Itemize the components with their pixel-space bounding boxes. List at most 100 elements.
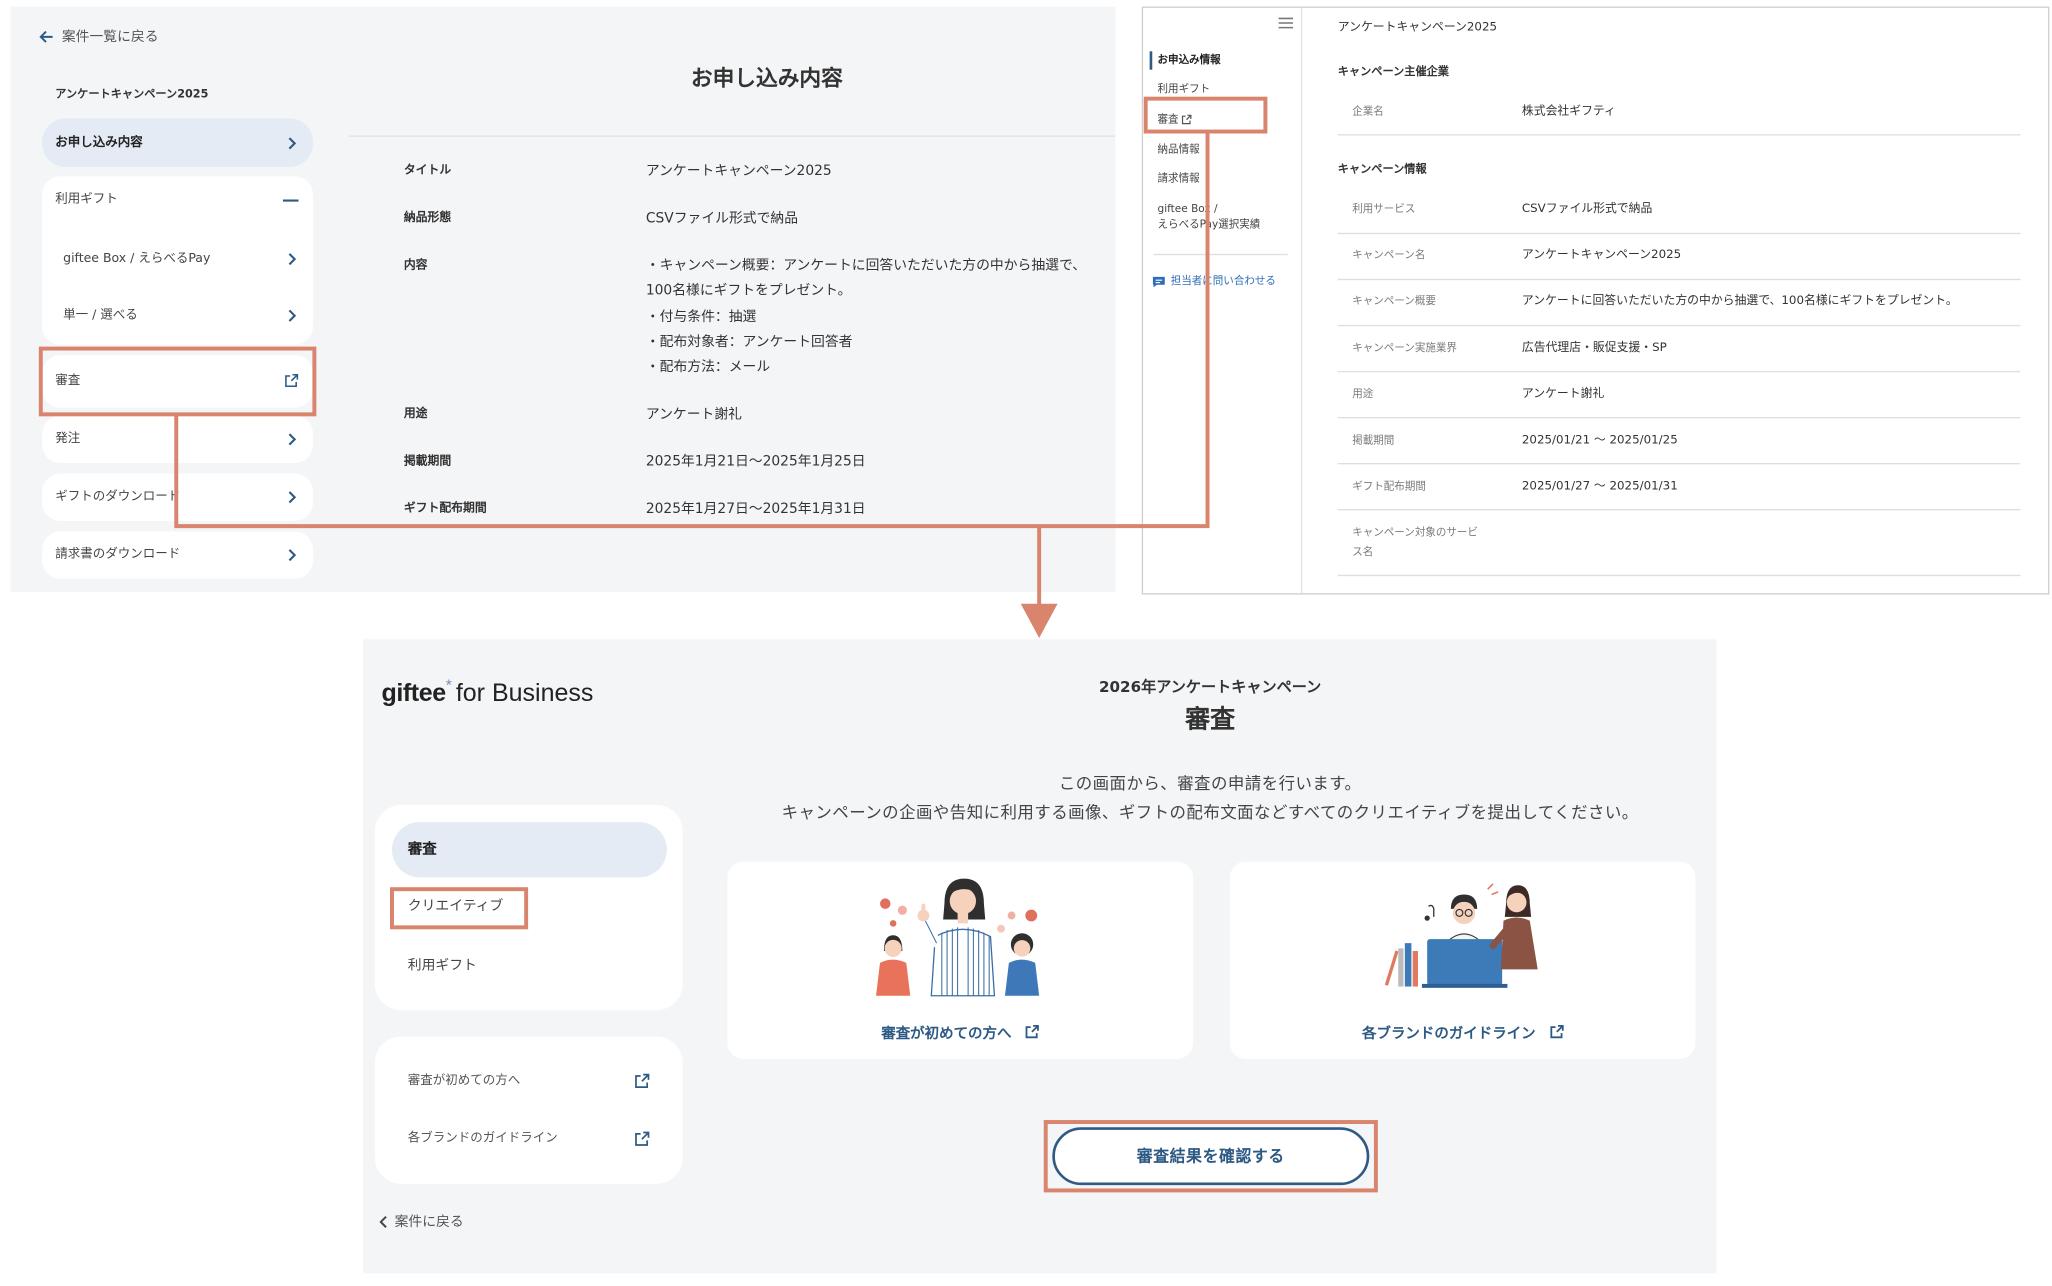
detail-label-title: タイトル	[403, 164, 452, 178]
card-link-label[interactable]: 審査が初めての方へ	[881, 1025, 1011, 1042]
info-label-company: 企業名	[1352, 105, 1384, 118]
external-link-icon	[1549, 1024, 1564, 1039]
campaign-name: アンケートキャンペーン2025	[55, 88, 209, 102]
row-divider	[1337, 509, 2021, 511]
detail-value-content-line: ・付与条件：抽選	[645, 309, 757, 325]
sidebar-group-label[interactable]: 利用ギフト	[55, 187, 118, 213]
sidebar-item-gift-download[interactable]: ギフトのダウンロード	[42, 473, 314, 521]
logo-brand: giftee	[381, 680, 446, 708]
nav-item-gifts[interactable]: 利用ギフト	[408, 952, 477, 978]
info-value-distribution-period: 2025/01/27 ～ 2025/01/31	[1521, 480, 1678, 494]
stage: 案件一覧に戻る アンケートキャンペーン2025 お申し込み内容 利用ギフト gi…	[0, 0, 2052, 1285]
sidebar-item-label: 発注	[55, 431, 81, 446]
description-line: キャンペーンの企画や告知に利用する画像、ギフトの配布文面などすべてのクリエイティ…	[781, 802, 1639, 823]
page-title: 審査	[1185, 705, 1236, 734]
sidebar-subitem-single-choice[interactable]: 単一 / 選べる	[63, 303, 138, 329]
description-line: この画面から、審査の申請を行います。	[1058, 773, 1362, 794]
campaign-name: 2026年アンケートキャンペーン	[1099, 677, 1322, 696]
detail-label-content: 内容	[403, 259, 428, 273]
arrow-down-icon	[1020, 603, 1058, 638]
campaign-section-heading: キャンペーン情報	[1337, 163, 1427, 177]
brand-guidelines-link[interactable]: 各ブランドのガイドライン	[408, 1126, 558, 1152]
detail-label-distribution-period: ギフト配布期間	[403, 502, 487, 516]
logo-mark: *	[445, 676, 452, 695]
sidebar-group-gifts: 利用ギフト giftee Box / えらべるPay 単一 / 選べる	[42, 176, 314, 345]
nav-item-creative[interactable]: クリエイティブ	[408, 893, 504, 919]
sidebar-item-invoice-download[interactable]: 請求書のダウンロード	[42, 531, 314, 579]
sidebar-item-order[interactable]: 発注	[42, 415, 314, 464]
sidebar-item-label: お申し込み内容	[55, 134, 143, 150]
nav-item-delivery-info[interactable]: 納品情報	[1158, 137, 1200, 163]
nav-item-application-info[interactable]: お申込み情報	[1158, 47, 1221, 73]
active-nav-indicator	[1149, 51, 1153, 70]
detail-value-content-line: 100名様にギフトをプレゼント。	[645, 282, 852, 299]
detail-label-listing-period: 掲載期間	[403, 455, 452, 469]
external-link-icon	[284, 373, 299, 388]
admin-application-panel: お申込み情報 利用ギフト 審査 納品情報 請求情報 giftee Box / え…	[1141, 6, 2050, 595]
external-link-icon	[1025, 1024, 1039, 1039]
review-links-card: 審査が初めての方へ 各ブランドのガイドライン	[374, 1036, 683, 1184]
logo-suffix: for Business	[455, 680, 594, 708]
external-link-icon[interactable]	[634, 1073, 650, 1089]
info-value-purpose: アンケート謝礼	[1521, 388, 1605, 402]
sidebar-item-label: 審査	[55, 373, 81, 389]
sidebar-item-application[interactable]: お申し込み内容	[42, 118, 314, 168]
external-link-icon[interactable]	[634, 1131, 650, 1147]
info-value-campaign-summary: アンケートに回答いただいた方の中から抽選で、100名様にギフトをプレゼント。	[1521, 294, 1958, 308]
row-divider	[1337, 232, 2021, 235]
detail-value-distribution-period: 2025年1月27日〜2025年1月31日	[645, 501, 866, 517]
hamburger-menu-icon[interactable]	[1278, 17, 1294, 29]
first-time-guide-link[interactable]: 審査が初めての方へ	[408, 1068, 520, 1094]
row-divider	[1337, 278, 2021, 281]
back-arrow-icon[interactable]	[38, 29, 54, 45]
chat-icon[interactable]	[1152, 276, 1165, 288]
row-divider	[1337, 370, 2021, 373]
info-value-service: CSVファイル形式で納品	[1521, 202, 1653, 216]
page-title: お申し込み内容	[690, 65, 843, 91]
back-to-project-link[interactable]: 案件に戻る	[395, 1209, 464, 1235]
giftee-business-logo: giftee* for Business	[381, 670, 593, 708]
nav-divider	[1153, 253, 1288, 256]
chevron-left-icon[interactable]	[379, 1215, 388, 1228]
info-label-target-service-line2: ス名	[1352, 545, 1374, 558]
external-link-icon	[1181, 114, 1192, 125]
chevron-right-icon	[287, 491, 298, 504]
back-to-list-link[interactable]: 案件一覧に戻る	[62, 24, 159, 50]
chevron-right-icon	[287, 136, 298, 149]
sidebar-item-label: ギフトのダウンロード	[55, 489, 181, 504]
minus-icon[interactable]	[282, 199, 299, 203]
sidebar-item-review[interactable]: 審査	[42, 355, 314, 408]
sidebar-item-label: 請求書のダウンロード	[55, 547, 181, 562]
brand-guidelines-card[interactable]: 各ブランドのガイドライン	[1229, 861, 1696, 1059]
nav-item-label: 審査	[407, 840, 437, 858]
info-label-industry: キャンペーン実施業界	[1352, 341, 1457, 354]
info-label-campaign-summary: キャンペーン概要	[1352, 294, 1436, 307]
row-divider	[1337, 134, 2021, 136]
card-link-label[interactable]: 各ブランドのガイドライン	[1362, 1025, 1536, 1042]
nav-item-gift-record-line2[interactable]: えらべるPay選択実績	[1158, 212, 1261, 238]
info-value-listing-period: 2025/01/21 ～ 2025/01/25	[1521, 434, 1678, 448]
row-divider	[1337, 574, 2021, 577]
nav-item-review[interactable]: 審査	[1158, 107, 1179, 133]
people-illustration	[855, 875, 1065, 1000]
sidebar-subitem-giftee-box[interactable]: giftee Box / えらべるPay	[63, 246, 210, 272]
detail-value-listing-period: 2025年1月21日〜2025年1月25日	[645, 453, 866, 470]
contact-link[interactable]: 担当者に問い合わせる	[1171, 268, 1276, 294]
info-value-industry: 広告代理店・販促支援・SP	[1521, 341, 1667, 356]
nav-item-gifts[interactable]: 利用ギフト	[1158, 76, 1211, 102]
detail-value-title: アンケートキャンペーン2025	[645, 163, 832, 179]
detail-label-delivery: 納品形態	[403, 211, 452, 225]
first-time-guide-card[interactable]: 審査が初めての方へ	[727, 861, 1194, 1059]
row-divider	[1337, 463, 2021, 465]
check-review-result-button[interactable]: 審査結果を確認する	[1052, 1127, 1370, 1186]
card-link-row[interactable]: 審査が初めての方へ	[727, 1018, 1193, 1044]
info-label-purpose: 用途	[1352, 388, 1374, 400]
sidebar-divider	[1300, 7, 1303, 594]
card-link-row[interactable]: 各ブランドのガイドライン	[1230, 1018, 1696, 1044]
nav-item-billing-info[interactable]: 請求情報	[1158, 166, 1200, 192]
application-detail-panel: 案件一覧に戻る アンケートキャンペーン2025 お申し込み内容 利用ギフト gi…	[10, 6, 1116, 592]
detail-label-purpose: 用途	[403, 407, 428, 421]
nav-item-review[interactable]: 審査	[391, 822, 667, 878]
review-screen-panel: giftee* for Business 2026年アンケートキャンペーン 審査 …	[363, 639, 1717, 1274]
info-value-campaign-name: アンケートキャンペーン2025	[1521, 248, 1682, 262]
